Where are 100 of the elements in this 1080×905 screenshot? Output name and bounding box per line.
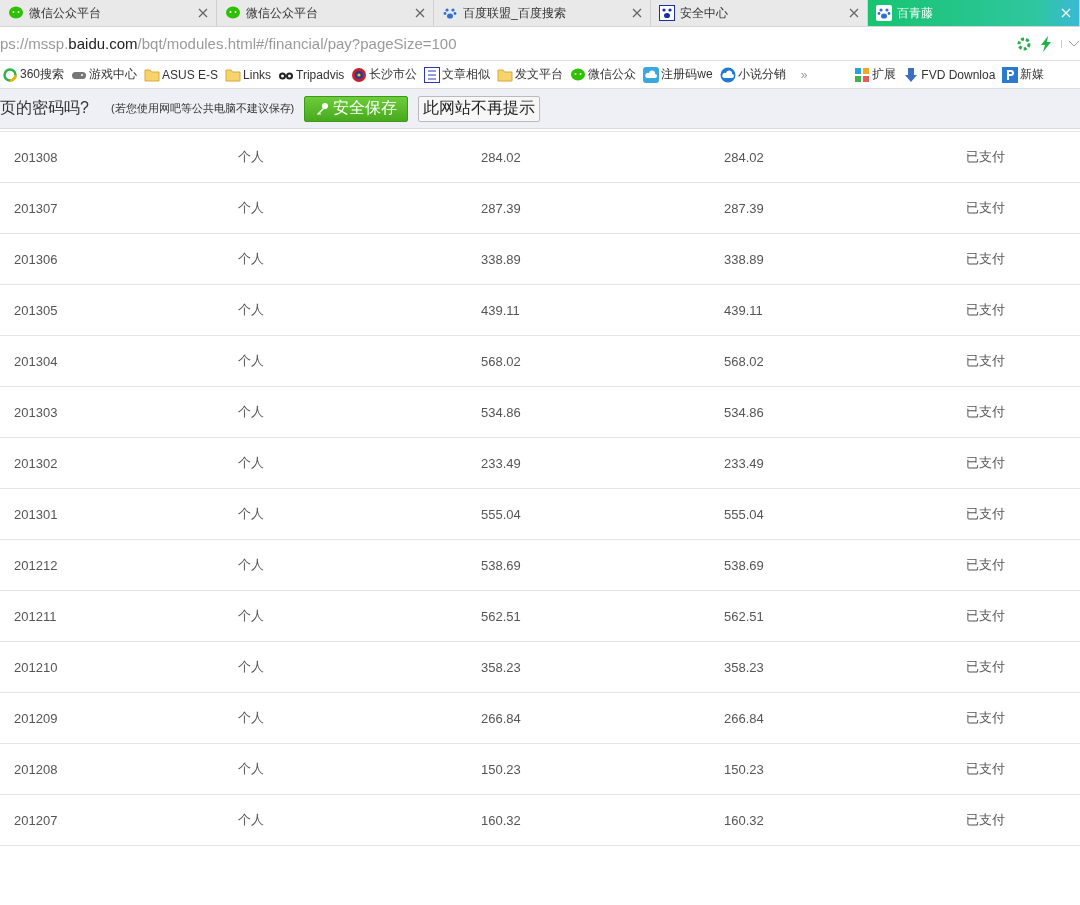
table-cell-text: 201306: [13, 251, 58, 267]
chat-bubble-icon: [570, 66, 587, 83]
table-cell: 已支付: [966, 403, 1005, 421]
table-cell: 已支付: [966, 811, 1005, 829]
table-cell-text: 201210: [13, 659, 58, 675]
extension-item[interactable]: FVD Downloa: [903, 66, 996, 83]
folder-icon: [225, 66, 242, 83]
table-cell: 338.89: [481, 251, 521, 267]
table-cell: 358.23: [724, 659, 764, 675]
table-cell: 338.89: [724, 251, 764, 267]
folder-icon: [497, 66, 514, 83]
table-cell: 568.02: [724, 353, 764, 369]
table-cell: 150.23: [724, 761, 764, 777]
emblem-icon: [351, 66, 368, 83]
table-cell: 160.32: [481, 812, 521, 828]
table-cell-text: 201302: [13, 455, 58, 471]
paw-icon: [876, 5, 892, 21]
ring-icon: [2, 66, 18, 83]
table-cell: 已支付: [966, 607, 1005, 625]
bookmark-item[interactable]: 文章相似: [424, 66, 491, 83]
bookmark-item[interactable]: 发文平台: [497, 66, 564, 83]
table-cell: 已支付: [966, 658, 1005, 676]
bookmark-item[interactable]: ASUS E-S: [144, 66, 219, 83]
table-cell: 个人: [238, 199, 264, 217]
bookmark-item[interactable]: Tripadvis: [278, 66, 345, 83]
table-cell: 个人: [238, 658, 264, 676]
table-cell-text: 201305: [13, 302, 58, 318]
cloud-icon: [719, 66, 736, 83]
table-cell: 个人: [238, 709, 264, 727]
bookmark-item[interactable]: 注册码we: [643, 66, 713, 83]
hint-text: (若您使用网吧等公共电脑不建议保存): [110, 101, 295, 116]
table-cell: 个人: [238, 760, 264, 778]
table-cell: 个人: [238, 250, 264, 268]
table-cell: 160.32: [724, 812, 764, 828]
table-cell: 534.86: [481, 404, 521, 420]
table-cell: 562.51: [481, 608, 521, 624]
table-cell-text: 201301: [13, 506, 58, 522]
table-cell-text: 201308: [13, 149, 58, 165]
download-icon: [903, 66, 920, 83]
table-cell-text: 201212: [13, 557, 58, 573]
seal-icon: [424, 66, 441, 83]
table-cell: 个人: [238, 148, 264, 166]
table-cell: 555.04: [481, 506, 521, 522]
key-icon: [315, 101, 330, 116]
table-cell: 150.23: [481, 761, 521, 777]
table-cell: 个人: [238, 556, 264, 574]
table-cell-text: 201304: [13, 353, 58, 369]
bookmark-item[interactable]: 小说分销: [719, 66, 786, 83]
close-icon[interactable]: [849, 8, 859, 18]
close-icon[interactable]: [415, 8, 425, 18]
table-cell: 555.04: [724, 506, 764, 522]
never-button[interactable]: 此网站不再提示: [418, 95, 541, 122]
table-cell: 已支付: [966, 709, 1005, 727]
table-cell: 已支付: [966, 352, 1005, 370]
table-cell: 538.69: [724, 557, 764, 573]
table-cell: 个人: [238, 454, 264, 472]
table-cell: 266.84: [724, 710, 764, 726]
extensions-button[interactable]: 扩展: [854, 66, 897, 83]
table-cell: 已支付: [966, 250, 1005, 268]
table-cell: 已支付: [966, 454, 1005, 472]
bookmark-item[interactable]: 游戏中心: [71, 66, 138, 83]
table-cell: 个人: [238, 352, 264, 370]
chevron-down-icon[interactable]: [1061, 39, 1080, 48]
table-cell: 538.69: [481, 557, 521, 573]
cloud-icon: [643, 66, 660, 83]
table-cell: 已支付: [966, 505, 1005, 523]
table-cell: 个人: [238, 403, 264, 421]
table-cell: 个人: [238, 301, 264, 319]
table-cell: 284.02: [724, 149, 764, 165]
table-cell: 287.39: [724, 200, 764, 216]
table-cell: 568.02: [481, 353, 521, 369]
table-cell: 439.11: [724, 302, 763, 318]
table-cell: 个人: [238, 811, 264, 829]
table-cell: 233.49: [724, 455, 764, 471]
table-cell-text: 201209: [13, 710, 58, 726]
table-cell-text: 201208: [13, 761, 58, 777]
table-cell-text: 201303: [13, 404, 58, 420]
table-cell-text: 201211: [13, 608, 57, 624]
table-cell: 已支付: [966, 760, 1005, 778]
table-cell: 439.11: [481, 302, 520, 318]
lightning-icon[interactable]: [1039, 35, 1053, 52]
close-icon[interactable]: [632, 8, 642, 18]
bookmark-item[interactable]: Links: [225, 66, 272, 83]
table-cell-text: 201207: [13, 812, 58, 828]
close-icon[interactable]: [198, 8, 208, 18]
table-cell: 562.51: [724, 608, 764, 624]
grid-icon: [854, 66, 871, 83]
address-field[interactable]: ps://mssp.baidu.com/bqt/modules.html#/financial/pay?pageSize=100: [0, 35, 1017, 52]
chat-bubble-icon: [225, 5, 241, 21]
table-cell: 个人: [238, 607, 264, 625]
table-cell: 已支付: [966, 148, 1005, 166]
bookmark-item[interactable]: 微信公众: [570, 66, 637, 83]
bookmark-item[interactable]: 360搜索: [2, 66, 65, 83]
table-cell: 已支付: [966, 199, 1005, 217]
extension-item[interactable]: 新媒: [1002, 66, 1045, 83]
table-cell: 284.02: [481, 149, 521, 165]
bookmark-item[interactable]: 长沙市公: [351, 66, 418, 83]
table-cell: 已支付: [966, 301, 1005, 319]
chat-bubble-icon: [8, 5, 24, 21]
folder-icon: [144, 66, 161, 83]
